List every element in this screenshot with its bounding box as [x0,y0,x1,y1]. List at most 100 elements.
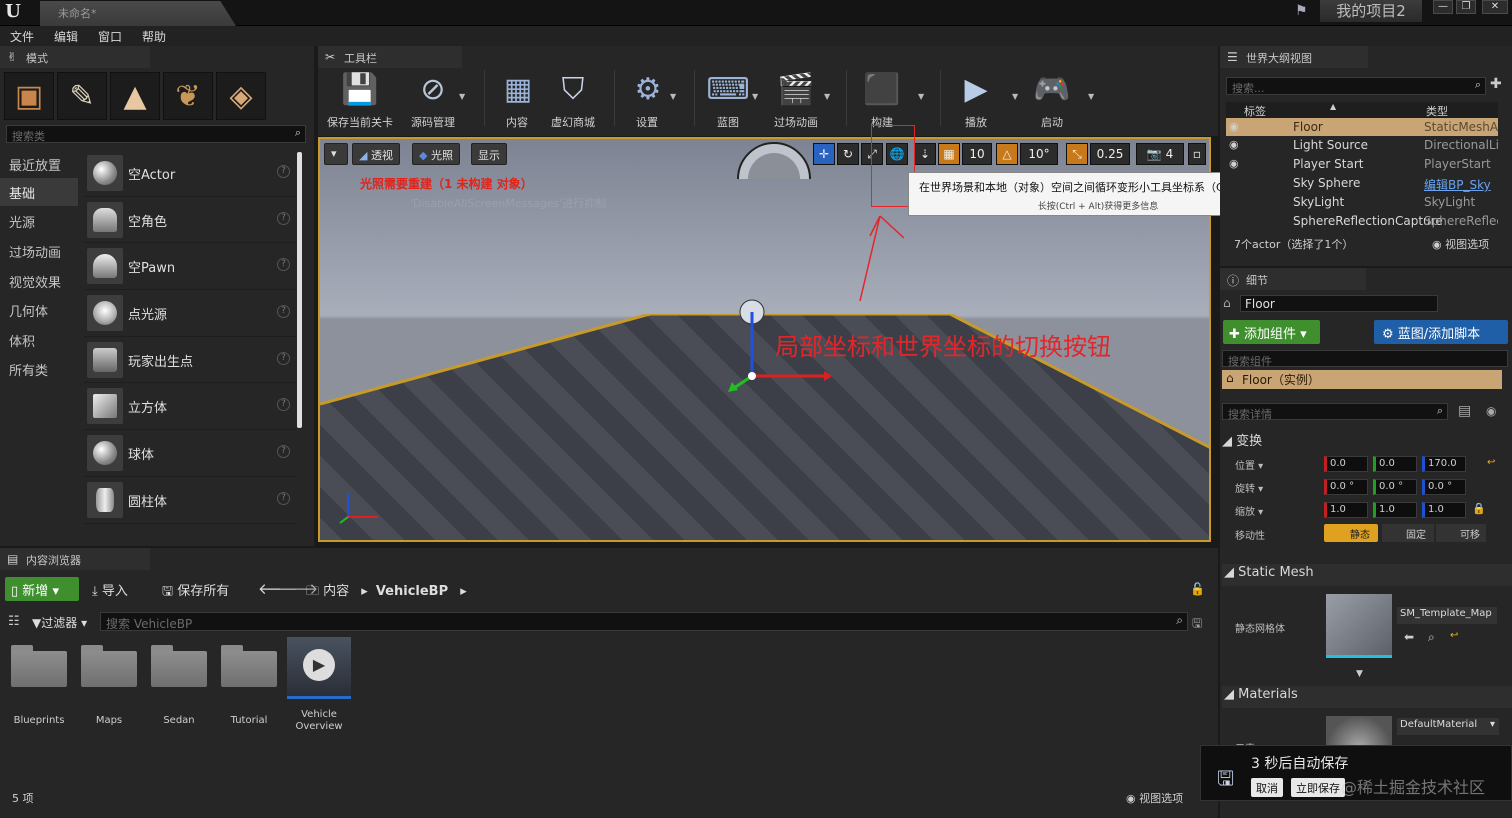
blueprints-button[interactable]: ⌨ 蓝图 [706,70,750,130]
rotation-snap-button[interactable]: 10° [1020,143,1058,165]
scale-z-field[interactable]: 1.0 [1422,502,1466,518]
document-tab[interactable]: 未命名* [40,1,236,26]
scale-snap-button[interactable]: 0.25 [1090,143,1130,165]
scale-y-field[interactable]: 1.0 [1373,502,1417,518]
help-icon[interactable]: ? [277,351,290,365]
category-visual-effects[interactable]: 视觉效果 [0,267,78,295]
column-type-header[interactable]: 类型 [1426,103,1448,119]
place-list-scrollbar[interactable] [297,152,302,428]
rotation-x-field[interactable]: 0.0 ° [1324,479,1368,495]
static-mesh-thumbnail[interactable] [1326,594,1392,658]
grid-size-button[interactable]: 10 [962,143,992,165]
help-icon[interactable]: ? [277,211,290,225]
help-icon[interactable]: ? [277,445,290,459]
breadcrumb-root[interactable]: 内容 [323,584,349,599]
folder-blueprints[interactable] [11,645,67,689]
show-button[interactable]: 显示 [471,143,507,165]
tab-toolbar[interactable]: ✂ 工具栏 [318,46,462,68]
class-search-input[interactable]: 搜索类 ⌕ [6,125,306,143]
component-instance-row[interactable]: ⌂ Floor（实例） [1222,370,1502,389]
mobility-stationary-button[interactable]: 固定 [1382,524,1434,542]
camera-speed-button[interactable]: 📷 4 [1136,143,1184,165]
landscape-mode-icon[interactable]: ▲ [110,72,160,120]
location-z-field[interactable]: 170.0 [1422,456,1466,472]
grid-snap-icon[interactable]: ▦ [938,143,960,165]
eye-icon[interactable]: ◉ [1229,157,1239,170]
paint-mode-icon[interactable]: ✎ [57,72,107,120]
grid-view-icon[interactable]: ▤ [1458,403,1471,419]
menu-window[interactable]: 窗口 [88,26,132,47]
help-icon[interactable]: ? [277,258,290,272]
outliner-search-input[interactable]: 搜索... ⌕ [1226,77,1486,95]
menu-file[interactable]: 文件 [0,26,44,47]
list-item[interactable]: 空角色? [84,197,296,244]
chevron-down-icon[interactable]: ▼ [1012,92,1018,101]
folder-tutorial[interactable] [221,645,277,689]
material-picker[interactable]: DefaultMaterial ▾ [1397,718,1499,735]
sources-toggle-icon[interactable]: ☷ [8,614,20,629]
table-row[interactable]: ◉ Light Source DirectionalLight [1226,136,1498,155]
eye-icon[interactable]: ◉ [1486,404,1496,418]
rotate-mode-button[interactable]: ↻ [837,143,859,165]
chevron-right-icon[interactable]: ▸ [460,584,467,599]
category-cinematic[interactable]: 过场动画 [0,237,78,265]
perspective-button[interactable]: ◢ 透视 [352,143,400,165]
lock-icon[interactable]: 🔒 [1472,502,1486,515]
outliner-view-options[interactable]: ◉ 视图选项 [1432,236,1489,252]
help-icon[interactable]: ? [277,305,290,319]
category-basic[interactable]: 基础 [0,178,78,206]
marketplace-button[interactable]: ⛉ 虚幻商城 [546,70,600,130]
lock-icon[interactable]: 🔓 [1190,582,1205,596]
chevron-right-icon[interactable]: ▸ [361,584,368,599]
source-control-icon[interactable]: ⚑ [1295,3,1308,19]
menu-edit[interactable]: 编辑 [44,26,88,47]
add-component-button[interactable]: ✚ 添加组件 ▾ [1223,320,1320,344]
translate-mode-button[interactable]: ✛ [813,143,835,165]
chevron-down-icon[interactable]: ▼ [824,92,830,101]
add-icon[interactable]: ✚ [1490,76,1502,92]
materials-section[interactable]: ◢ Materials [1222,686,1512,708]
category-geometry[interactable]: 几何体 [0,296,78,324]
blueprint-add-script-button[interactable]: ⚙ 蓝图/添加脚本 [1374,320,1508,344]
rotation-snap-icon[interactable]: △ [996,143,1018,165]
mobility-static-button[interactable]: 静态 [1324,524,1378,542]
details-search-input[interactable]: 搜索详情 ⌕ [1222,403,1448,421]
lit-mode-button[interactable]: ◆ 光照 [412,143,460,165]
static-mesh-section[interactable]: ◢ Static Mesh [1222,564,1512,586]
category-volumes[interactable]: 体积 [0,326,78,354]
help-icon[interactable]: ? [277,491,290,505]
save-search-icon[interactable]: 🖫 [1192,614,1202,635]
eye-icon[interactable]: ◉ [1229,138,1239,151]
tab-world-outliner[interactable]: ☰ 世界大纲视图 [1220,46,1368,68]
import-button[interactable]: ⤓ 导入 [92,580,128,599]
expand-chevron-icon[interactable]: ▼ [1356,669,1363,679]
save-now-button[interactable]: 立即保存 [1291,778,1345,797]
tab-modes[interactable]: ✌ 模式 [0,46,150,68]
actor-name-field[interactable]: Floor [1240,295,1438,312]
folder-sedan[interactable] [151,645,207,689]
category-all-classes[interactable]: 所有类 [0,355,78,383]
surface-snap-button[interactable]: ⇣ [914,143,936,165]
list-item[interactable]: 空Pawn? [84,243,296,291]
component-search-input[interactable]: 搜索组件 [1222,350,1508,368]
list-item[interactable]: 圆柱体? [84,477,296,524]
table-row[interactable]: Sky Sphere 编辑BP_Sky [1226,174,1498,193]
table-row[interactable]: SkyLight SkyLight [1226,193,1498,212]
chevron-down-icon[interactable]: ▼ [459,92,465,101]
place-mode-icon[interactable]: ▣ [4,72,54,120]
tab-details[interactable]: ⓘ 细节 [1220,268,1366,290]
breadcrumb-current[interactable]: VehicleBP [376,584,448,599]
list-item[interactable]: 玩家出生点? [84,337,296,384]
save-all-button[interactable]: 🖫 保存所有 [162,580,229,604]
location-y-field[interactable]: 0.0 [1373,456,1417,472]
reset-icon[interactable]: ↩ [1487,457,1495,468]
close-button[interactable]: ✕ [1482,0,1508,14]
browse-search-icon[interactable]: ⌕ [1428,630,1435,645]
geometry-mode-icon[interactable]: ◈ [216,72,266,120]
scale-snap-icon[interactable]: ⤡ [1066,143,1088,165]
table-row[interactable]: SphereReflectionCaptureSphereReflectionC… [1226,212,1498,231]
maximize-button[interactable]: ❐ [1456,0,1476,14]
category-lights[interactable]: 光源 [0,207,78,235]
static-mesh-picker[interactable]: SM_Template_Map [1397,607,1497,624]
folder-maps[interactable] [81,645,137,689]
